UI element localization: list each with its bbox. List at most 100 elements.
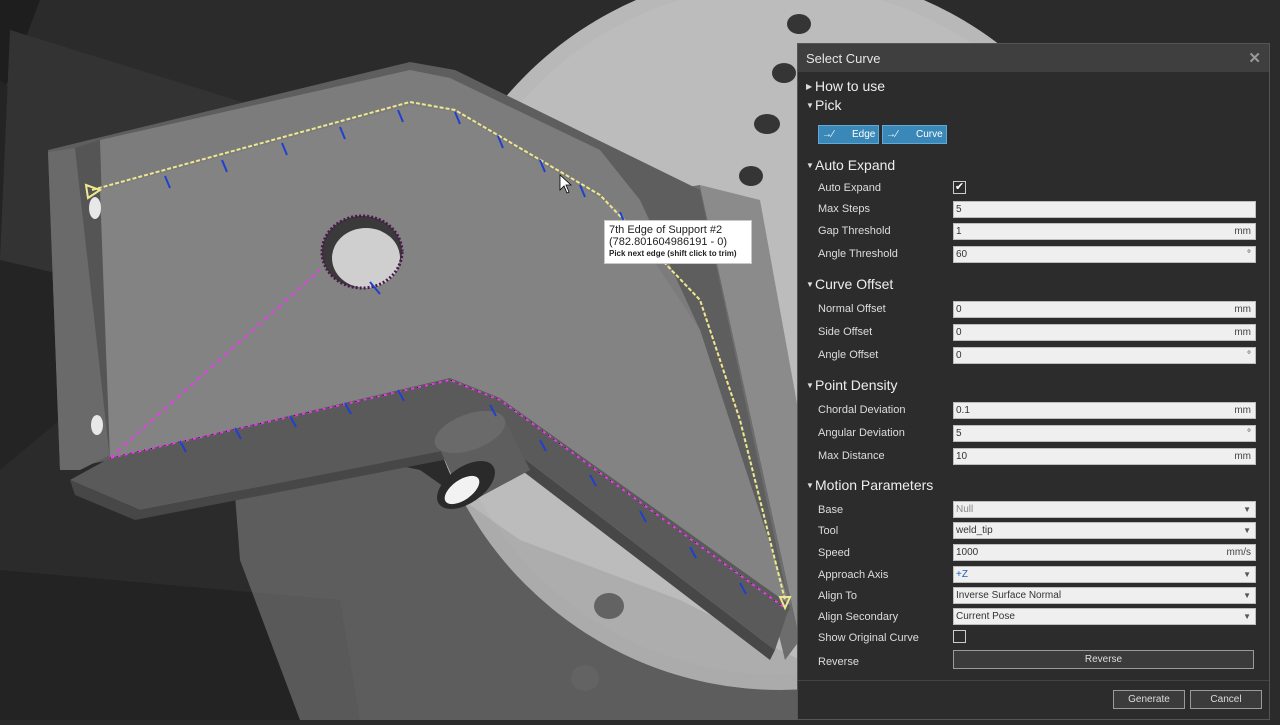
section-point-density[interactable]: ▼Point Density [806,377,897,393]
base-value: Null [956,504,974,515]
section-motion-parameters[interactable]: ▼Motion Parameters [806,477,933,493]
reverse-label: Reverse [818,656,859,668]
gap-threshold-unit: mm [1234,226,1251,237]
approach-axis-select[interactable]: +Z ▼ [953,566,1256,583]
section-motion-parameters-label: Motion Parameters [815,477,934,493]
dropdown-arrow-icon: ▼ [1243,612,1251,621]
panel-footer: Generate Cancel [798,680,1269,719]
section-pick[interactable]: ▼Pick [806,97,841,113]
pick-edge-button[interactable]: →∕ Edge [818,125,879,144]
max-steps-value: 5 [956,204,962,215]
normal-offset-unit: mm [1234,304,1251,315]
speed-label: Speed [818,547,850,559]
max-distance-value: 10 [956,451,968,462]
angular-deviation-unit: ° [1247,428,1251,439]
reverse-button[interactable]: Reverse [953,650,1254,669]
angle-offset-value: 0 [956,350,962,361]
angular-deviation-value: 5 [956,428,962,439]
tool-value: weld_tip [956,525,993,536]
dropdown-arrow-icon: ▼ [1243,526,1251,535]
align-to-label: Align To [818,590,857,602]
base-label: Base [818,504,844,516]
max-distance-unit: mm [1234,451,1251,462]
side-offset-field[interactable]: 0 mm [953,324,1256,341]
section-point-density-label: Point Density [815,377,898,393]
gap-threshold-label: Gap Threshold [818,225,891,237]
angle-threshold-label: Angle Threshold [818,248,898,260]
side-offset-unit: mm [1234,327,1251,338]
align-secondary-label: Align Secondary [818,611,899,623]
approach-axis-value: +Z [956,569,968,580]
max-steps-label: Max Steps [818,203,870,215]
tooltip-hint: Pick next edge (shift click to trim) [609,249,737,258]
cancel-button[interactable]: Cancel [1190,690,1262,709]
align-to-select[interactable]: Inverse Surface Normal ▼ [953,587,1256,604]
section-auto-expand-label: Auto Expand [815,157,896,173]
chordal-deviation-value: 0.1 [956,405,970,416]
show-original-curve-label: Show Original Curve [818,632,919,644]
pick-arrow-icon: →∕ [822,129,834,140]
angular-deviation-field[interactable]: 5 ° [953,425,1256,442]
align-secondary-select[interactable]: Current Pose ▼ [953,608,1256,625]
panel-titlebar: Select Curve ✕ [798,44,1269,72]
auto-expand-checkbox[interactable]: ✔ [953,181,966,194]
section-curve-offset[interactable]: ▼Curve Offset [806,276,893,292]
panel-title: Select Curve [806,50,881,66]
max-distance-field[interactable]: 10 mm [953,448,1256,465]
tooltip-edge-value: (782.801604986191 - 0) [609,236,728,248]
approach-axis-label: Approach Axis [818,569,889,581]
collapse-triangle-icon: ▼ [806,381,814,390]
collapse-triangle-icon: ▼ [806,481,814,490]
expand-triangle-icon: ▶ [806,82,813,91]
dropdown-arrow-icon: ▼ [1243,505,1251,514]
chordal-deviation-label: Chordal Deviation [818,404,906,416]
normal-offset-field[interactable]: 0 mm [953,301,1256,318]
pick-edge-label: Edge [852,129,876,140]
pick-curve-button[interactable]: →∕ Curve [882,125,947,144]
side-offset-value: 0 [956,327,962,338]
section-pick-label: Pick [815,97,842,113]
panel-content: ▶ How to use ▼Pick →∕ Edge →∕ Curve ▼Auto E… [798,72,1269,681]
normal-offset-label: Normal Offset [818,303,886,315]
collapse-triangle-icon: ▼ [806,101,814,110]
tool-select[interactable]: weld_tip ▼ [953,522,1256,539]
tool-label: Tool [818,525,839,537]
section-curve-offset-label: Curve Offset [815,276,894,292]
angle-threshold-unit: ° [1247,249,1251,260]
chordal-deviation-field[interactable]: 0.1 mm [953,402,1256,419]
dropdown-arrow-icon: ▼ [1243,570,1251,579]
section-how-to-use-label: How to use [815,78,886,94]
angle-offset-label: Angle Offset [818,349,879,361]
select-curve-panel: Select Curve ✕ ▶ How to use ▼Pick →∕ Edge … [797,43,1270,720]
generate-button[interactable]: Generate [1113,690,1185,709]
tooltip-edge-name: 7th Edge of Support #2 [609,224,723,236]
chordal-deviation-unit: mm [1234,405,1251,416]
align-to-value: Inverse Surface Normal [956,590,1062,601]
angle-offset-field[interactable]: 0 ° [953,347,1256,364]
gap-threshold-field[interactable]: 1 mm [953,223,1256,240]
auto-expand-label: Auto Expand [818,182,881,194]
gap-threshold-value: 1 [956,226,962,237]
max-distance-label: Max Distance [818,450,885,462]
collapse-triangle-icon: ▼ [806,280,814,289]
speed-field[interactable]: 1000 mm/s [953,544,1256,561]
section-how-to-use[interactable]: ▶ How to use [806,78,885,94]
pick-arrow-icon: →∕ [886,129,898,140]
close-icon[interactable]: ✕ [1248,49,1261,67]
speed-unit: mm/s [1226,547,1251,558]
angle-threshold-value: 60 [956,249,968,260]
edge-tooltip: 7th Edge of Support #2 (782.801604986191… [604,220,752,264]
angle-threshold-field[interactable]: 60 ° [953,246,1256,263]
speed-value: 1000 [956,547,979,558]
show-original-curve-checkbox[interactable] [953,630,966,643]
normal-offset-value: 0 [956,304,962,315]
pick-curve-label: Curve [916,129,943,140]
section-auto-expand[interactable]: ▼Auto Expand [806,157,895,173]
base-select[interactable]: Null ▼ [953,501,1256,518]
angle-offset-unit: ° [1247,350,1251,361]
align-secondary-value: Current Pose [956,611,1015,622]
angular-deviation-label: Angular Deviation [818,427,905,439]
dropdown-arrow-icon: ▼ [1243,591,1251,600]
max-steps-field[interactable]: 5 [953,201,1256,218]
side-offset-label: Side Offset [818,326,873,338]
